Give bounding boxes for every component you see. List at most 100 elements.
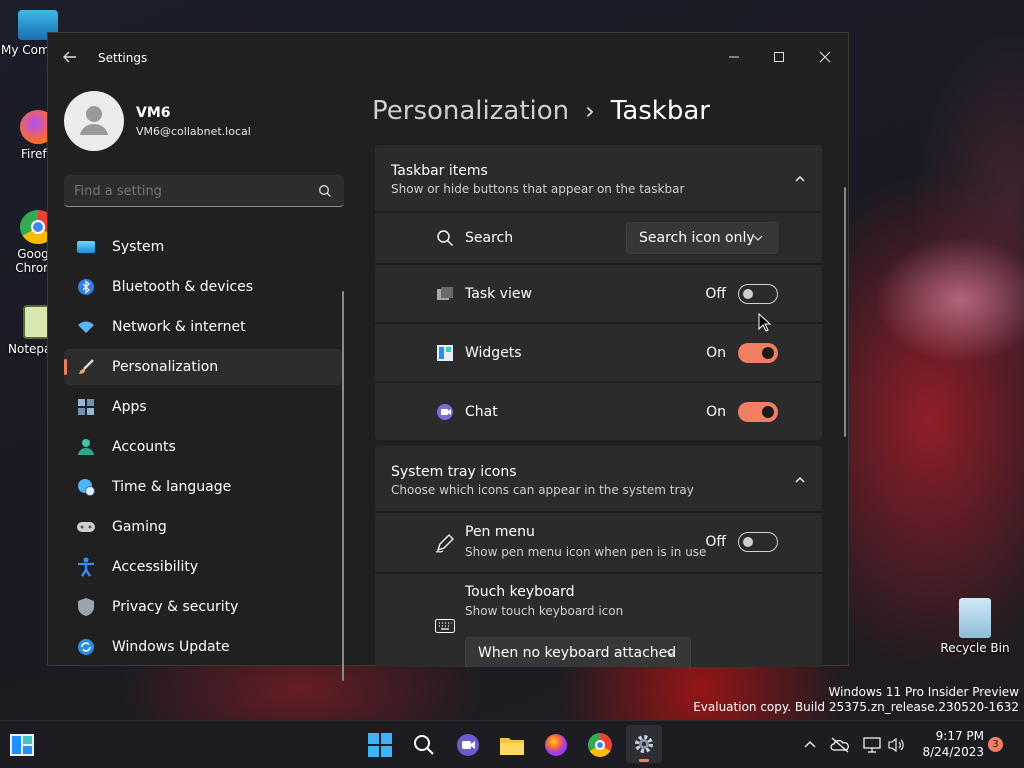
close-icon <box>819 51 831 63</box>
onedrive-button[interactable] <box>826 731 854 759</box>
widgets-icon <box>10 734 34 756</box>
content-scrollbar[interactable] <box>844 187 846 437</box>
taskbar-items-header[interactable]: Taskbar items Show or hide buttons that … <box>375 145 822 211</box>
chevron-up-icon <box>804 741 816 748</box>
search-icon <box>414 735 434 755</box>
search-mode-dropdown[interactable]: Search icon only <box>626 222 778 254</box>
settings-taskbar-button[interactable] <box>626 725 662 763</box>
settings-window: Settings VM6 VM6@collabnet.local System … <box>47 32 849 681</box>
chevron-up-icon[interactable] <box>794 173 806 185</box>
sidebar-scrollbar[interactable] <box>342 291 344 681</box>
breadcrumb-parent[interactable]: Personalization <box>372 96 569 126</box>
sidebar-item-bluetooth[interactable]: Bluetooth & devices <box>64 269 342 305</box>
update-icon <box>76 638 96 656</box>
selection-indicator <box>64 359 67 375</box>
chrome-icon <box>588 733 612 757</box>
clock-time: 9:17 PM <box>935 729 984 743</box>
widgets-taskbar-button[interactable] <box>8 731 36 759</box>
brush-icon <box>76 358 96 376</box>
desktop-icon-recycle-bin[interactable]: Recycle Bin <box>940 598 1010 655</box>
touch-keyboard-dropdown[interactable]: When no keyboard attached <box>465 637 691 667</box>
shield-icon <box>76 598 96 616</box>
window-title: Settings <box>98 51 148 65</box>
search-icon[interactable] <box>318 184 332 198</box>
gamepad-icon <box>76 518 96 536</box>
widgets-toggle[interactable] <box>738 343 778 363</box>
search-box[interactable] <box>64 175 344 207</box>
show-hidden-icons-button[interactable] <box>796 731 824 759</box>
user-icon <box>80 106 108 135</box>
globe-clock-icon <box>76 478 96 496</box>
sidebar-item-windows-update[interactable]: Windows Update <box>64 629 342 665</box>
search-icon <box>435 228 455 248</box>
active-app-indicator <box>639 759 649 762</box>
accounts-icon <box>76 438 96 456</box>
bluetooth-icon <box>76 278 96 296</box>
chat-icon <box>457 734 479 756</box>
task-view-row: Task view Off <box>375 265 822 322</box>
sidebar-item-apps[interactable]: Apps <box>64 389 342 425</box>
firefox-icon <box>545 734 567 756</box>
breadcrumb: Personalization › Taskbar <box>372 91 710 131</box>
main-content: Personalization › Taskbar Taskbar items … <box>358 81 848 667</box>
apps-icon <box>76 398 96 416</box>
page-title: Taskbar <box>610 96 710 126</box>
task-view-icon <box>435 284 455 304</box>
network-icon <box>863 737 881 753</box>
firefox-taskbar-button[interactable] <box>542 731 570 759</box>
chevron-down-icon <box>753 235 763 241</box>
chat-taskbar-button[interactable] <box>454 731 482 759</box>
pen-menu-row: Pen menu Show pen menu icon when pen is … <box>375 513 822 572</box>
back-button[interactable] <box>62 49 82 67</box>
minimize-icon <box>729 56 739 58</box>
sidebar-item-privacy[interactable]: Privacy & security <box>64 589 342 625</box>
chat-row: Chat On <box>375 383 822 440</box>
speaker-icon <box>888 737 904 753</box>
minimize-button[interactable] <box>717 41 751 73</box>
sidebar-item-time-language[interactable]: Time & language <box>64 469 342 505</box>
accessibility-icon <box>76 557 96 577</box>
pen-icon <box>435 533 455 553</box>
sidebar: VM6 VM6@collabnet.local System Bluetooth… <box>48 81 358 681</box>
breadcrumb-separator: › <box>585 97 595 125</box>
chevron-down-icon <box>666 650 676 656</box>
watermark: Windows 11 Pro Insider Preview Evaluatio… <box>693 685 1019 714</box>
maximize-icon <box>774 52 784 62</box>
clock[interactable]: 9:17 PM 8/24/2023 <box>914 728 984 760</box>
recycle-bin-icon <box>959 598 991 638</box>
clock-date: 8/24/2023 <box>922 745 984 759</box>
search-row: Search Search icon only <box>375 213 822 263</box>
sidebar-item-gaming[interactable]: Gaming <box>64 509 342 545</box>
widgets-icon <box>435 343 455 363</box>
chat-toggle[interactable] <box>738 402 778 422</box>
maximize-button[interactable] <box>762 41 796 73</box>
sidebar-item-accessibility[interactable]: Accessibility <box>64 549 342 585</box>
pen-menu-toggle[interactable] <box>738 532 778 552</box>
touch-keyboard-row: Touch keyboard Show touch keyboard icon … <box>375 574 822 667</box>
file-explorer-button[interactable] <box>498 731 526 759</box>
sidebar-item-personalization[interactable]: Personalization <box>64 349 342 385</box>
windows-logo-icon <box>368 733 392 757</box>
close-button[interactable] <box>808 41 842 73</box>
widgets-row: Widgets On <box>375 324 822 381</box>
title-bar: Settings <box>48 33 848 81</box>
task-view-toggle[interactable] <box>738 284 778 304</box>
avatar[interactable] <box>64 91 124 151</box>
search-input[interactable] <box>74 181 304 201</box>
mouse-cursor-icon <box>758 313 772 332</box>
cloud-off-icon <box>830 737 849 753</box>
sidebar-item-accounts[interactable]: Accounts <box>64 429 342 465</box>
user-name: VM6 <box>136 105 171 121</box>
chrome-taskbar-button[interactable] <box>586 731 614 759</box>
system-icon <box>76 238 96 256</box>
system-tray-header[interactable]: System tray icons Choose which icons can… <box>375 446 822 511</box>
volume-button[interactable] <box>882 731 910 759</box>
keyboard-icon <box>435 616 455 636</box>
chevron-up-icon[interactable] <box>794 474 806 486</box>
folder-icon <box>500 738 524 755</box>
start-button[interactable] <box>366 731 394 759</box>
notification-badge[interactable]: 3 <box>988 737 1003 752</box>
search-taskbar-button[interactable] <box>410 731 438 759</box>
sidebar-item-network[interactable]: Network & internet <box>64 309 342 345</box>
sidebar-item-system[interactable]: System <box>64 229 342 265</box>
